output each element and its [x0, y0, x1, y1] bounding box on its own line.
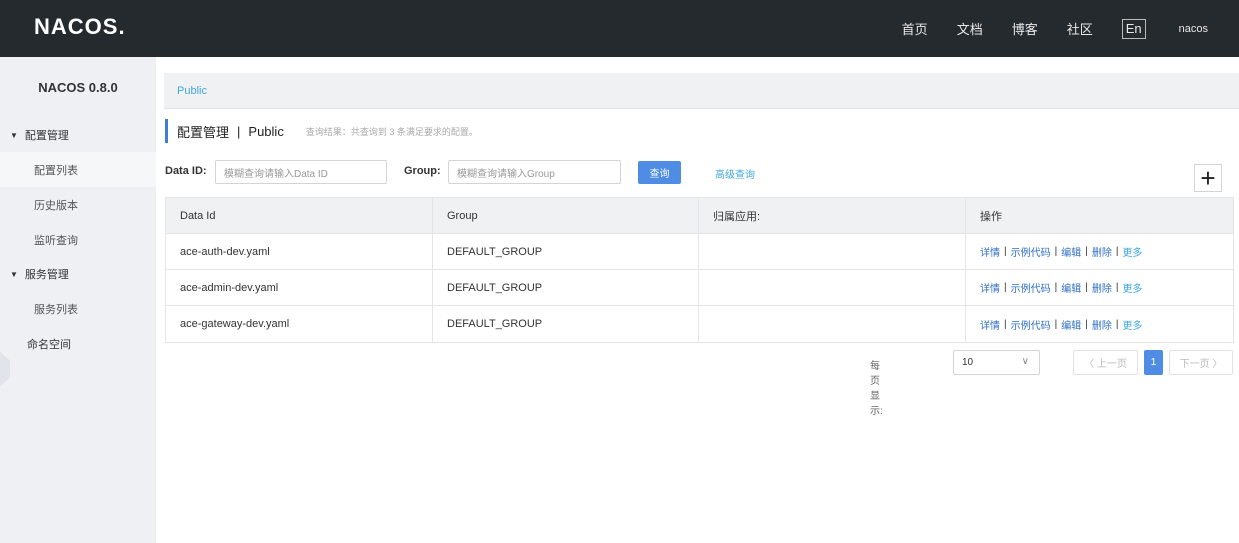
- column-header: Group: [433, 198, 699, 233]
- detail-link[interactable]: 详情: [980, 280, 1000, 295]
- table-row: ace-admin-dev.yaml DEFAULT_GROUP 详情 | 示例代…: [166, 270, 1233, 306]
- page-namespace: Public: [248, 123, 284, 139]
- actions-cell: 详情 | 示例代码 | 编辑 | 删除 | 更多: [980, 280, 1143, 295]
- group-search-input[interactable]: 模糊查询请输入Group: [448, 160, 621, 184]
- main-content: Public 配置管理 | Public 查询结果：共查询到 3 条满足要求的配…: [156, 57, 1239, 543]
- sidebar-item-history[interactable]: 历史版本: [0, 187, 156, 222]
- detail-link[interactable]: 详情: [980, 317, 1000, 332]
- data-id-cell: ace-admin-dev.yaml: [166, 270, 433, 305]
- per-page-select[interactable]: 10 ∨: [953, 350, 1040, 375]
- data-id-cell: ace-gateway-dev.yaml: [166, 306, 433, 342]
- delete-link[interactable]: 删除: [1092, 244, 1112, 259]
- namespace-breadcrumb: Public: [164, 73, 1239, 109]
- page-title: 配置管理: [177, 124, 230, 140]
- config-table: Data Id Group 归属应用: 操作 ace-auth-dev.yaml…: [165, 197, 1234, 343]
- column-header: Data Id: [166, 198, 433, 233]
- prev-page-button[interactable]: 〈 上一页: [1073, 350, 1138, 375]
- language-switch-button[interactable]: En: [1121, 18, 1146, 39]
- page-title-row: 配置管理 | Public 查询结果：共查询到 3 条满足要求的配置。: [165, 119, 478, 143]
- group-cell: DEFAULT_GROUP: [433, 234, 699, 269]
- column-header: 操作: [980, 210, 1002, 223]
- sidebar: NACOS 0.8.0 ▼ 配置管理 配置列表 历史版本 监听查询 ▼ 服务管理…: [0, 57, 156, 543]
- app-cell: [699, 234, 966, 269]
- more-link[interactable]: 更多: [1122, 244, 1142, 259]
- add-config-button[interactable]: +: [1194, 164, 1222, 192]
- title-separator: |: [237, 123, 241, 139]
- sidebar-item-listener-query[interactable]: 监听查询: [0, 222, 156, 257]
- column-header: 归属应用:: [699, 198, 966, 233]
- query-button[interactable]: 查询: [638, 161, 681, 184]
- sidebar-item-namespace[interactable]: 命名空间: [0, 326, 156, 361]
- top-navbar: NACOS. 首页 文档 博客 社区 En nacos: [0, 0, 1239, 57]
- sidebar-title: NACOS 0.8.0: [38, 80, 118, 95]
- per-page-value: 10: [962, 357, 974, 368]
- nacos-logo[interactable]: NACOS.: [34, 14, 126, 40]
- search-row: Data ID: 模糊查询请输入Data ID Group: 模糊查询请输入Gr…: [165, 160, 1235, 184]
- sidebar-group-label: 配置管理: [24, 130, 69, 142]
- more-link[interactable]: 更多: [1122, 317, 1142, 332]
- table-header-row: Data Id Group 归属应用: 操作: [166, 198, 1233, 234]
- nav-blog[interactable]: 博客: [1012, 19, 1038, 38]
- edit-link[interactable]: 编辑: [1061, 317, 1081, 332]
- query-result-hint: 查询结果：共查询到 3 条满足要求的配置。: [305, 126, 478, 137]
- actions-cell: 详情 | 示例代码 | 编辑 | 删除 | 更多: [980, 244, 1143, 259]
- sample-code-link[interactable]: 示例代码: [1011, 317, 1051, 332]
- sidebar-group-label: 服务管理: [24, 269, 69, 281]
- namespace-tab-public[interactable]: Public: [177, 85, 207, 97]
- user-name[interactable]: nacos: [1179, 23, 1208, 35]
- detail-link[interactable]: 详情: [980, 244, 1000, 259]
- next-page-button[interactable]: 下一页 〉: [1169, 350, 1233, 375]
- caret-down-icon: ▼: [10, 269, 18, 279]
- sidebar-item-config-list[interactable]: 配置列表: [0, 152, 156, 187]
- app-cell: [699, 306, 966, 342]
- app-cell: [699, 270, 966, 305]
- advanced-query-link[interactable]: 高级查询: [715, 166, 755, 181]
- group-label: Group:: [404, 165, 441, 177]
- group-cell: DEFAULT_GROUP: [433, 306, 699, 342]
- data-id-cell: ace-auth-dev.yaml: [166, 234, 433, 269]
- chevron-down-icon: ∨: [1021, 356, 1029, 367]
- sidebar-item-service-list[interactable]: 服务列表: [0, 291, 156, 326]
- dataid-search-input[interactable]: 模糊查询请输入Data ID: [215, 160, 387, 184]
- top-nav: 首页 文档 博客 社区 En nacos: [902, 0, 1239, 57]
- sample-code-link[interactable]: 示例代码: [1011, 244, 1051, 259]
- table-row: ace-gateway-dev.yaml DEFAULT_GROUP 详情 | 示…: [166, 306, 1233, 342]
- delete-link[interactable]: 删除: [1092, 280, 1112, 295]
- edit-link[interactable]: 编辑: [1061, 244, 1081, 259]
- dataid-label: Data ID:: [165, 165, 207, 177]
- group-cell: DEFAULT_GROUP: [433, 270, 699, 305]
- nav-community[interactable]: 社区: [1067, 19, 1093, 38]
- more-link[interactable]: 更多: [1122, 280, 1142, 295]
- actions-cell: 详情 | 示例代码 | 编辑 | 删除 | 更多: [980, 317, 1143, 332]
- sample-code-link[interactable]: 示例代码: [1011, 280, 1051, 295]
- caret-down-icon: ▼: [10, 130, 18, 140]
- current-page-button[interactable]: 1: [1144, 350, 1163, 375]
- delete-link[interactable]: 删除: [1092, 317, 1112, 332]
- per-page-label: 每页显示:: [870, 361, 883, 417]
- table-row: ace-auth-dev.yaml DEFAULT_GROUP 详情 | 示例代码…: [166, 234, 1233, 270]
- nav-home[interactable]: 首页: [902, 19, 928, 38]
- sidebar-group-service[interactable]: ▼ 服务管理: [0, 257, 156, 291]
- nav-docs[interactable]: 文档: [957, 19, 983, 38]
- edit-link[interactable]: 编辑: [1061, 280, 1081, 295]
- sidebar-group-config[interactable]: ▼ 配置管理: [0, 118, 156, 152]
